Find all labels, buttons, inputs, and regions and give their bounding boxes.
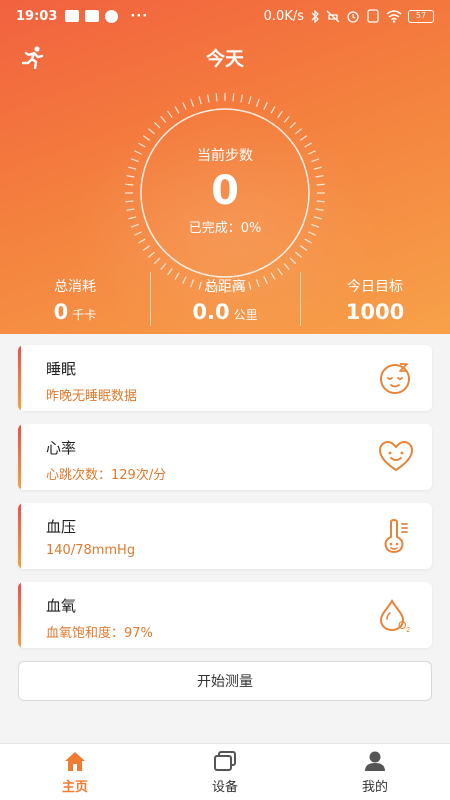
tab-profile[interactable]: 我的 <box>300 744 450 800</box>
tab-label: 我的 <box>361 780 388 795</box>
profile-icon <box>365 751 385 771</box>
start-measure-button[interactable]: 开始测量 <box>18 661 432 701</box>
stat-value: 0 <box>53 300 69 324</box>
message-icon <box>85 10 100 22</box>
card-blood-oxygen[interactable]: 血氧 血氧饱和度：97% O 2 <box>18 582 432 648</box>
stat-unit: 千卡 <box>72 308 97 322</box>
bluetooth-icon <box>311 9 319 23</box>
stat-unit: 公里 <box>233 308 258 322</box>
status-right: 0.0K/s 57 <box>264 9 434 24</box>
wifi-icon <box>386 9 402 23</box>
stat-value: 1000 <box>345 300 405 324</box>
oxygen-drop-icon: O 2 <box>379 598 410 633</box>
sim-icon <box>367 9 379 23</box>
steps-value: 0 <box>211 167 239 214</box>
card-subtitle: 血氧饱和度：97% <box>46 626 153 641</box>
tab-device[interactable]: 设备 <box>150 744 300 800</box>
top-bar: 今天 <box>0 38 450 76</box>
card-accent-bar <box>18 582 21 648</box>
thermometer-face-icon <box>384 519 408 553</box>
card-subtitle: 昨晚无睡眠数据 <box>46 389 138 404</box>
stat-calories: 总消耗 0 千卡 <box>0 270 150 330</box>
more-notifications-icon: ··· <box>130 8 149 24</box>
page-title: 今天 <box>205 47 244 70</box>
card-title: 心率 <box>46 439 77 457</box>
card-subtitle: 140/78mmHg <box>46 543 136 558</box>
card-accent-bar <box>18 424 21 490</box>
steps-label: 当前步数 <box>197 147 253 164</box>
notification-icon <box>65 10 80 22</box>
header-hero: 19:03 ··· 0.0K/s 57 今天 当前步数 0 已完成：0% 总消耗… <box>0 0 450 334</box>
mute-icon <box>326 10 340 22</box>
battery-icon: 57 <box>408 9 434 23</box>
device-icon <box>214 751 236 771</box>
stat-value-row: 1000 <box>346 300 404 324</box>
status-bar: 19:03 ··· 0.0K/s 57 <box>0 0 450 32</box>
stat-label: 总消耗 <box>54 279 96 295</box>
stat-label: 今日目标 <box>347 279 403 295</box>
tab-home[interactable]: 主页 <box>0 744 150 800</box>
stat-value: 0.0 <box>192 300 230 324</box>
app-icon <box>105 9 119 23</box>
card-sleep[interactable]: 睡眠 昨晚无睡眠数据 <box>18 345 432 411</box>
stat-value-row: 0.0 公里 <box>192 300 257 324</box>
running-icon[interactable] <box>20 45 46 69</box>
steps-progress: 已完成：0% <box>188 220 262 236</box>
home-icon <box>65 752 85 771</box>
card-subtitle: 心跳次数：129次/分 <box>46 468 167 483</box>
tab-label: 主页 <box>61 780 88 795</box>
sleep-face-icon <box>380 363 410 394</box>
stat-value-row: 0 千卡 <box>54 300 97 324</box>
card-accent-bar <box>18 345 21 411</box>
net-speed: 0.0K/s <box>263 8 304 24</box>
status-time: 19:03 <box>16 8 58 24</box>
heart-face-icon <box>378 440 414 472</box>
svg-text:2: 2 <box>406 626 410 633</box>
bottom-tab-bar: 主页 设备 我的 <box>0 743 450 800</box>
alarm-icon <box>347 11 359 23</box>
card-heart-rate[interactable]: 心率 心跳次数：129次/分 <box>18 424 432 490</box>
stat-label: 总距离 <box>204 279 246 295</box>
card-accent-bar <box>18 503 21 569</box>
step-counter: 当前步数 0 已完成：0% <box>118 86 332 300</box>
stat-distance: 总距离 0.0 公里 <box>150 270 300 330</box>
card-title: 血压 <box>46 518 77 536</box>
stat-goal[interactable]: 今日目标 1000 <box>300 270 450 330</box>
daily-stats: 总消耗 0 千卡 总距离 0.0 公里 今日目标 1000 <box>0 270 450 330</box>
card-title: 睡眠 <box>46 360 77 378</box>
card-blood-pressure[interactable]: 血压 140/78mmHg <box>18 503 432 569</box>
tab-label: 设备 <box>211 780 238 795</box>
card-title: 血氧 <box>46 597 77 615</box>
